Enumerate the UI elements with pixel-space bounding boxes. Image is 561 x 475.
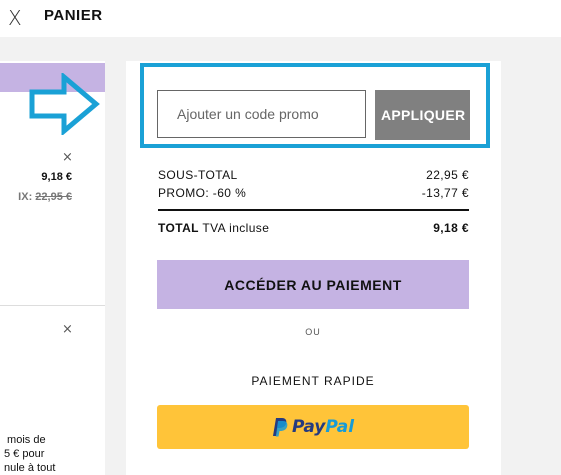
summary-divider <box>158 209 469 211</box>
right-arrow-icon <box>29 73 100 135</box>
total-value: 9,18 € <box>433 221 469 235</box>
remove-item-icon[interactable]: × <box>62 150 73 165</box>
apply-promo-button[interactable]: APPLIQUER <box>375 90 470 140</box>
page-title: PANIER <box>44 7 103 24</box>
paypal-logo-icon <box>272 418 288 437</box>
total-row: TOTAL TVA incluse 9,18 € <box>158 221 469 235</box>
top-bar: X PANIER <box>0 0 561 37</box>
divider <box>0 305 105 306</box>
old-price-prefix: IX: <box>18 191 36 203</box>
paypal-button[interactable]: PayPal <box>157 405 469 449</box>
promo-label: PROMO: -60 % <box>158 186 247 200</box>
paypal-word-pay: Pay <box>291 417 326 437</box>
subtotal-row: SOUS-TOTAL 22,95 € <box>158 168 469 182</box>
promo-value: -13,77 € <box>421 186 469 200</box>
paypal-word-pal: Pal <box>325 417 355 437</box>
subtotal-label: SOUS-TOTAL <box>158 168 238 182</box>
item-price: 9,18 € <box>41 171 72 183</box>
promo-offer-text: mois de 5 € pour nule à tout <box>4 434 56 474</box>
total-label: TOTAL TVA incluse <box>158 221 269 235</box>
paypal-wordmark: PayPal <box>292 417 354 437</box>
old-price-value: 22,95 € <box>35 191 72 203</box>
promo-code-input[interactable] <box>157 90 366 138</box>
total-label-bold: TOTAL <box>158 221 199 235</box>
item-old-price: IX: 22,95 € <box>18 191 72 203</box>
subtotal-value: 22,95 € <box>426 168 469 182</box>
close-promo-icon[interactable]: × <box>62 322 73 337</box>
express-payment-label: PAIEMENT RAPIDE <box>251 374 375 388</box>
or-separator: OU <box>305 327 321 337</box>
close-cart-button[interactable]: X <box>8 6 22 30</box>
total-label-rest: TVA incluse <box>198 221 270 235</box>
promo-row: PROMO: -60 % -13,77 € <box>158 186 469 200</box>
checkout-button[interactable]: ACCÉDER AU PAIEMENT <box>157 260 469 309</box>
